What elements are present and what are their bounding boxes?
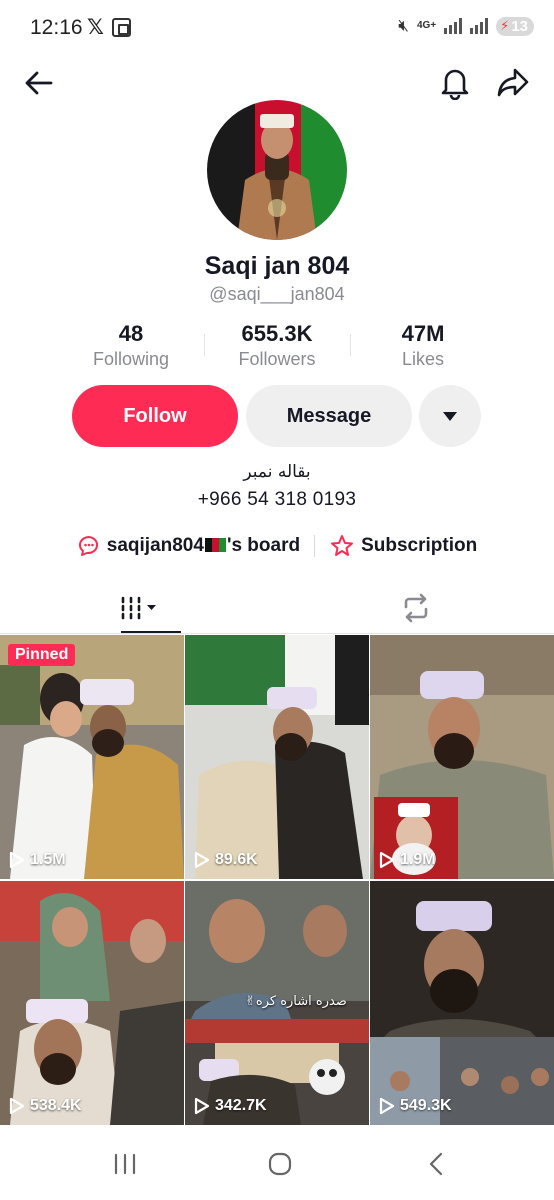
stat-following[interactable]: 48 Following [58,320,204,372]
play-icon [9,851,25,869]
likes-label: Likes [401,349,445,369]
tab-divider [0,633,554,634]
recents-icon [114,1153,136,1175]
afghanistan-flag-icon [204,538,226,552]
home-icon [268,1152,292,1176]
bio-line-2: +966 54 318 0193 [197,489,357,510]
view-count-value: 1.5M [30,851,66,868]
bell-icon [441,69,469,100]
back-button[interactable] [18,62,60,104]
message-button[interactable]: Message [246,385,412,447]
grid-icon [121,596,156,620]
play-icon [379,1097,395,1115]
caret-down-icon [443,411,457,421]
video-tile[interactable]: 89.6K [185,635,369,879]
view-count-value: 1.9M [400,851,436,868]
chevron-left-icon [429,1152,443,1176]
status-time: 12:16 [30,16,83,39]
mute-icon: 🔇︎ [398,16,409,35]
video-tile[interactable]: Pinned 1.5M [0,635,184,879]
video-grid: Pinned 1.5M 89.6K 1.9M 538.4K صدره اشاره… [0,635,554,1125]
following-count: 48 [118,321,144,346]
battery-level: 13 [511,17,528,35]
x-app-icon: 𝕏 [87,16,104,39]
stat-likes[interactable]: 47M Likes [350,320,496,372]
following-label: Following [92,349,170,369]
username: @saqi___jan804 [209,284,345,304]
tab-reposts[interactable] [277,582,554,634]
play-icon [379,851,395,869]
view-count-value: 89.6K [215,851,258,868]
view-count: 342.7K [194,1097,267,1115]
subscription-link[interactable]: Subscription [329,534,477,558]
network-type: 4G+ [416,20,437,31]
video-tile[interactable]: 538.4K [0,881,184,1125]
view-count-value: 538.4K [30,1097,82,1114]
display-name: Saqi jan 804 [204,252,350,280]
video-tile[interactable]: 549.3K [370,881,554,1125]
followers-count: 655.3K [241,321,313,346]
suggested-accounts-button[interactable] [419,385,481,447]
view-count-value: 549.3K [400,1097,452,1114]
play-icon [194,1097,210,1115]
battery-icon: ⚡︎ 13 [496,16,534,36]
follow-button[interactable]: Follow [72,385,238,447]
board-link[interactable]: saqijan804 's board [77,534,300,558]
screen-record-icon [112,18,131,37]
view-count: 538.4K [9,1097,82,1115]
subscription-label: Subscription [361,535,478,556]
board-link-prefix: saqijan804 [106,535,204,556]
signal-icon [444,18,463,34]
chat-bubble-icon [78,535,98,556]
avatar[interactable] [207,100,347,240]
status-bar: 12:16 𝕏 🔇︎ 4G+ ⚡︎ 13 [0,0,554,58]
repost-icon [404,593,427,623]
share-icon [497,68,529,97]
profile-stats: 48 Following 655.3K Followers 47M Likes [58,320,496,372]
system-back-button[interactable] [416,1148,456,1180]
star-icon [331,535,354,556]
share-button[interactable] [492,62,534,104]
signal-icon-2 [470,18,489,34]
stat-followers[interactable]: 655.3K Followers [204,320,350,372]
tab-videos[interactable] [0,582,277,634]
video-overlay-text: صدره اشاره کره✌ [245,994,347,1009]
pinned-badge: Pinned [8,644,76,666]
link-divider [314,535,316,557]
play-icon [9,1097,25,1115]
system-nav-bar [0,1128,554,1200]
bio-line-1: بقاله نمبر [243,462,311,482]
video-tile[interactable]: صدره اشاره کره✌ 342.7K [185,881,369,1125]
play-icon [194,851,210,869]
content-tabs [0,582,554,634]
view-count-value: 342.7K [215,1097,267,1114]
view-count: 89.6K [194,851,258,869]
video-tile[interactable]: 1.9M [370,635,554,879]
view-count: 1.5M [9,851,66,869]
status-indicators: 🔇︎ 4G+ ⚡︎ 13 [398,16,534,36]
home-button[interactable] [260,1148,300,1180]
view-count: 1.9M [379,851,436,869]
followers-label: Followers [238,349,316,369]
likes-count: 47M [401,321,445,346]
recent-apps-button[interactable] [105,1148,145,1180]
arrow-left-icon [25,71,53,95]
view-count: 549.3K [379,1097,452,1115]
board-link-suffix: 's board [226,535,301,556]
notification-button[interactable] [434,62,476,104]
profile-links: saqijan804 's board Subscription [0,534,554,558]
